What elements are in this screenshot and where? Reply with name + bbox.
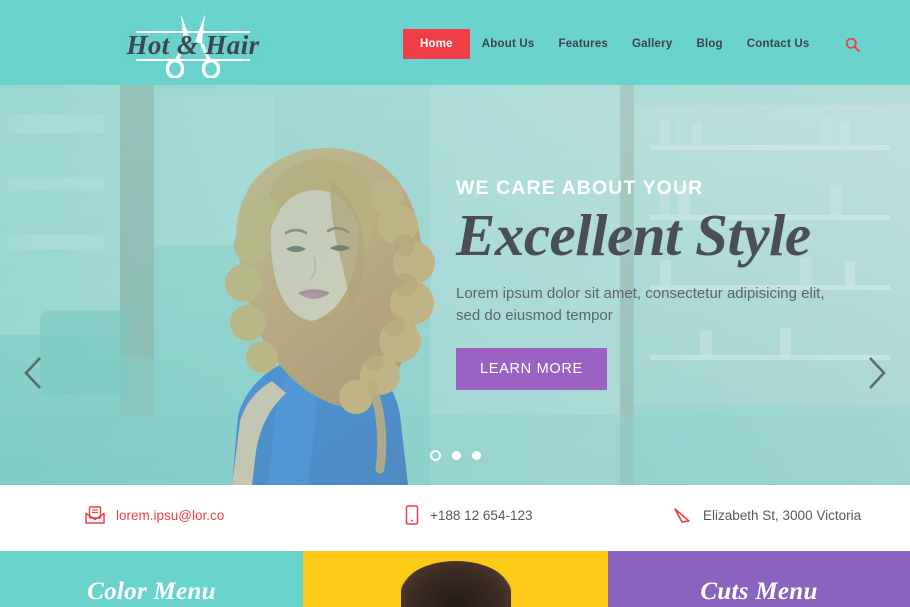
contact-email-text: lorem.ipsu@lor.co [116,507,225,523]
hero-slider: WE CARE ABOUT YOUR Excellent Style Lorem… [0,85,910,485]
nav-item-features[interactable]: Features [546,30,620,58]
site-header: Hot & Hair Home About Us Features Galler… [0,0,910,85]
hero-content: WE CARE ABOUT YOUR Excellent Style Lorem… [456,177,856,391]
learn-more-button[interactable]: LEARN MORE [456,348,607,391]
mobile-phone-icon [405,505,419,525]
location-pin-icon [674,508,690,523]
page-root: Hot & Hair Home About Us Features Galler… [0,0,910,607]
logo-text: Hot & Hair [126,30,260,60]
card-cuts-menu-title: Cuts Menu [700,578,818,605]
contact-address[interactable]: Elizabeth St, 3000 Victoria [672,505,861,525]
card-cuts-menu[interactable]: Cuts Menu [608,551,910,607]
site-logo[interactable]: Hot & Hair [118,8,268,78]
chevron-right-icon [869,357,886,389]
nav-item-contact-us[interactable]: Contact Us [735,30,822,58]
contact-phone-text: +188 12 654-123 [430,507,533,523]
slider-prev-button[interactable] [16,353,50,393]
envelope-icon [85,506,105,524]
contact-email[interactable]: lorem.ipsu@lor.co [85,506,224,524]
slider-next-button[interactable] [860,353,894,393]
contact-phone[interactable]: +188 12 654-123 [405,505,532,525]
nav-item-gallery[interactable]: Gallery [620,30,684,58]
service-cards: Color Menu Cuts Menu [0,551,910,607]
hero-subtitle: Lorem ipsum dolor sit amet, consectetur … [456,284,825,325]
chevron-left-icon [24,357,41,389]
slider-dots [0,450,910,461]
nav-item-blog[interactable]: Blog [684,30,734,58]
nav-item-home[interactable]: Home [403,29,470,59]
card-color-menu-title: Color Menu [87,578,216,605]
model-hair-photo [400,561,511,607]
contact-info-bar: lorem.ipsu@lor.co +188 12 654-123 Elizab… [0,485,910,545]
nav-item-about-us[interactable]: About Us [470,30,547,58]
search-button[interactable] [844,35,862,53]
slider-dot-3[interactable] [471,451,481,460]
slider-dot-2[interactable] [451,451,461,460]
search-icon [845,37,860,52]
slider-dot-1[interactable] [429,450,441,461]
card-color-menu[interactable]: Color Menu [0,551,303,607]
main-navigation: Home About Us Features Gallery Blog Cont… [403,29,862,59]
hero-kicker: WE CARE ABOUT YOUR [456,177,704,199]
contact-address-text: Elizabeth St, 3000 Victoria [703,507,862,523]
card-photo[interactable] [303,551,608,607]
hero-title: Excellent Style [456,202,811,268]
